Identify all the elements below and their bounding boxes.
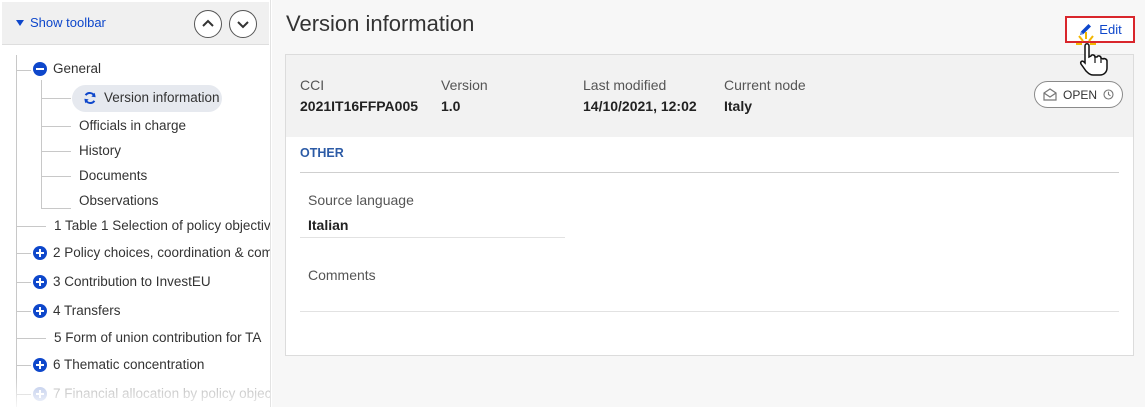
version-field: Version 1.0 — [441, 77, 488, 114]
plus-circle-icon[interactable] — [33, 357, 47, 372]
current-node-field: Current node Italy — [724, 77, 806, 114]
tree-line — [16, 55, 17, 407]
tree-item-label: General — [53, 61, 102, 76]
field-divider — [300, 311, 1119, 312]
tree-item-label: Documents — [79, 168, 148, 183]
comments-label: Comments — [308, 267, 376, 283]
tree-line — [16, 311, 31, 312]
last-modified-value: 14/10/2021, 12:02 — [583, 98, 697, 114]
card-header: CCI 2021IT16FFPA005 Version 1.0 Last mod… — [286, 55, 1133, 137]
tree-item-label: History — [79, 143, 122, 158]
chevron-down-icon — [237, 21, 249, 29]
clock-icon — [1103, 89, 1114, 100]
last-modified-label: Last modified — [583, 77, 667, 93]
hand-cursor-icon — [1076, 32, 1108, 76]
current-node-value: Italy — [724, 98, 753, 114]
plus-circle-icon[interactable] — [33, 386, 47, 401]
cci-field: CCI 2021IT16FFPA005 — [300, 77, 418, 114]
caret-down-icon — [16, 19, 24, 26]
tree-item-history[interactable]: History — [79, 143, 121, 158]
tree-line — [16, 226, 46, 227]
version-label: Version — [441, 77, 488, 93]
show-toolbar-label: Show toolbar — [30, 15, 106, 30]
plus-circle-icon[interactable] — [33, 245, 47, 260]
toolbar-bar: Show toolbar — [2, 2, 269, 45]
tree-line — [16, 365, 31, 366]
last-modified-field: Last modified 14/10/2021, 12:02 — [583, 77, 697, 114]
status-label: OPEN — [1062, 87, 1097, 102]
tree-item-label: Observations — [79, 193, 159, 208]
tree-line — [16, 338, 46, 339]
tree-item-label: Officials in charge — [79, 118, 187, 133]
tree-line — [41, 126, 71, 127]
sidebar: Show toolbar General Version information… — [0, 0, 271, 407]
source-language-label: Source language — [308, 192, 414, 208]
tree-item-documents[interactable]: Documents — [79, 168, 147, 183]
status-badge: OPEN — [1034, 81, 1123, 108]
section-title-other: OTHER — [300, 146, 344, 160]
cci-value: 2021IT16FFPA005 — [300, 98, 419, 114]
tree-item-officials-in-charge[interactable]: Officials in charge — [79, 118, 186, 133]
tree-item-1[interactable]: 1 Table 1 Selection of policy objective — [54, 218, 271, 233]
tree-item-4[interactable]: 4 Transfers — [33, 303, 121, 318]
tree-line — [41, 151, 71, 152]
tree-line — [16, 282, 31, 283]
version-card: CCI 2021IT16FFPA005 Version 1.0 Last mod… — [285, 54, 1134, 356]
chevron-up-icon — [202, 19, 214, 27]
tree-item-7[interactable]: 7 Financial allocation by policy objec — [33, 386, 271, 401]
version-value: 1.0 — [441, 98, 461, 114]
tree-item-version-information[interactable]: Version information — [83, 90, 220, 105]
tree-item-label: 7 Financial allocation by policy objec — [53, 386, 271, 401]
tree-item-label: 4 Transfers — [53, 303, 121, 318]
tree-item-3[interactable]: 3 Contribution to InvestEU — [33, 274, 211, 289]
plus-circle-icon[interactable] — [33, 274, 47, 289]
show-toolbar-toggle[interactable]: Show toolbar — [16, 15, 106, 30]
cci-label: CCI — [300, 77, 325, 93]
tree-item-label: 3 Contribution to InvestEU — [53, 274, 211, 289]
tree-item-observations[interactable]: Observations — [79, 193, 159, 208]
page-title: Version information — [286, 11, 475, 36]
tree-item-label: 5 Form of union contribution for TA — [54, 330, 262, 345]
tree-item-2[interactable]: 2 Policy choices, coordination & com — [33, 245, 271, 260]
current-node-label: Current node — [724, 77, 806, 93]
tree-line — [41, 80, 42, 208]
tree-item-label: Version information — [104, 90, 220, 105]
tree-item-6[interactable]: 6 Thematic concentration — [33, 357, 204, 372]
plus-circle-icon[interactable] — [33, 303, 47, 318]
minus-circle-icon[interactable] — [33, 61, 47, 76]
tree-item-label: 6 Thematic concentration — [53, 357, 205, 372]
source-language-value: Italian — [308, 217, 349, 233]
tree-line — [16, 394, 31, 395]
tree-item-label: 1 Table 1 Selection of policy objective — [54, 218, 271, 233]
tree-item-label: 2 Policy choices, coordination & com — [53, 245, 271, 260]
tree-line — [41, 176, 71, 177]
scroll-up-button[interactable] — [194, 10, 222, 38]
tree-line — [16, 253, 31, 254]
envelope-icon — [1043, 88, 1057, 101]
tree-line — [16, 70, 31, 71]
tree-line — [41, 98, 71, 99]
field-divider — [300, 237, 565, 238]
section-divider — [300, 172, 1119, 173]
refresh-icon — [84, 91, 96, 104]
scroll-down-button[interactable] — [229, 10, 257, 38]
main-content: Version information Edit CCI 2021IT16FFP… — [272, 0, 1145, 407]
tree-item-general[interactable]: General — [33, 61, 101, 76]
tree-item-5[interactable]: 5 Form of union contribution for TA — [54, 330, 261, 345]
tree-line — [41, 208, 71, 209]
